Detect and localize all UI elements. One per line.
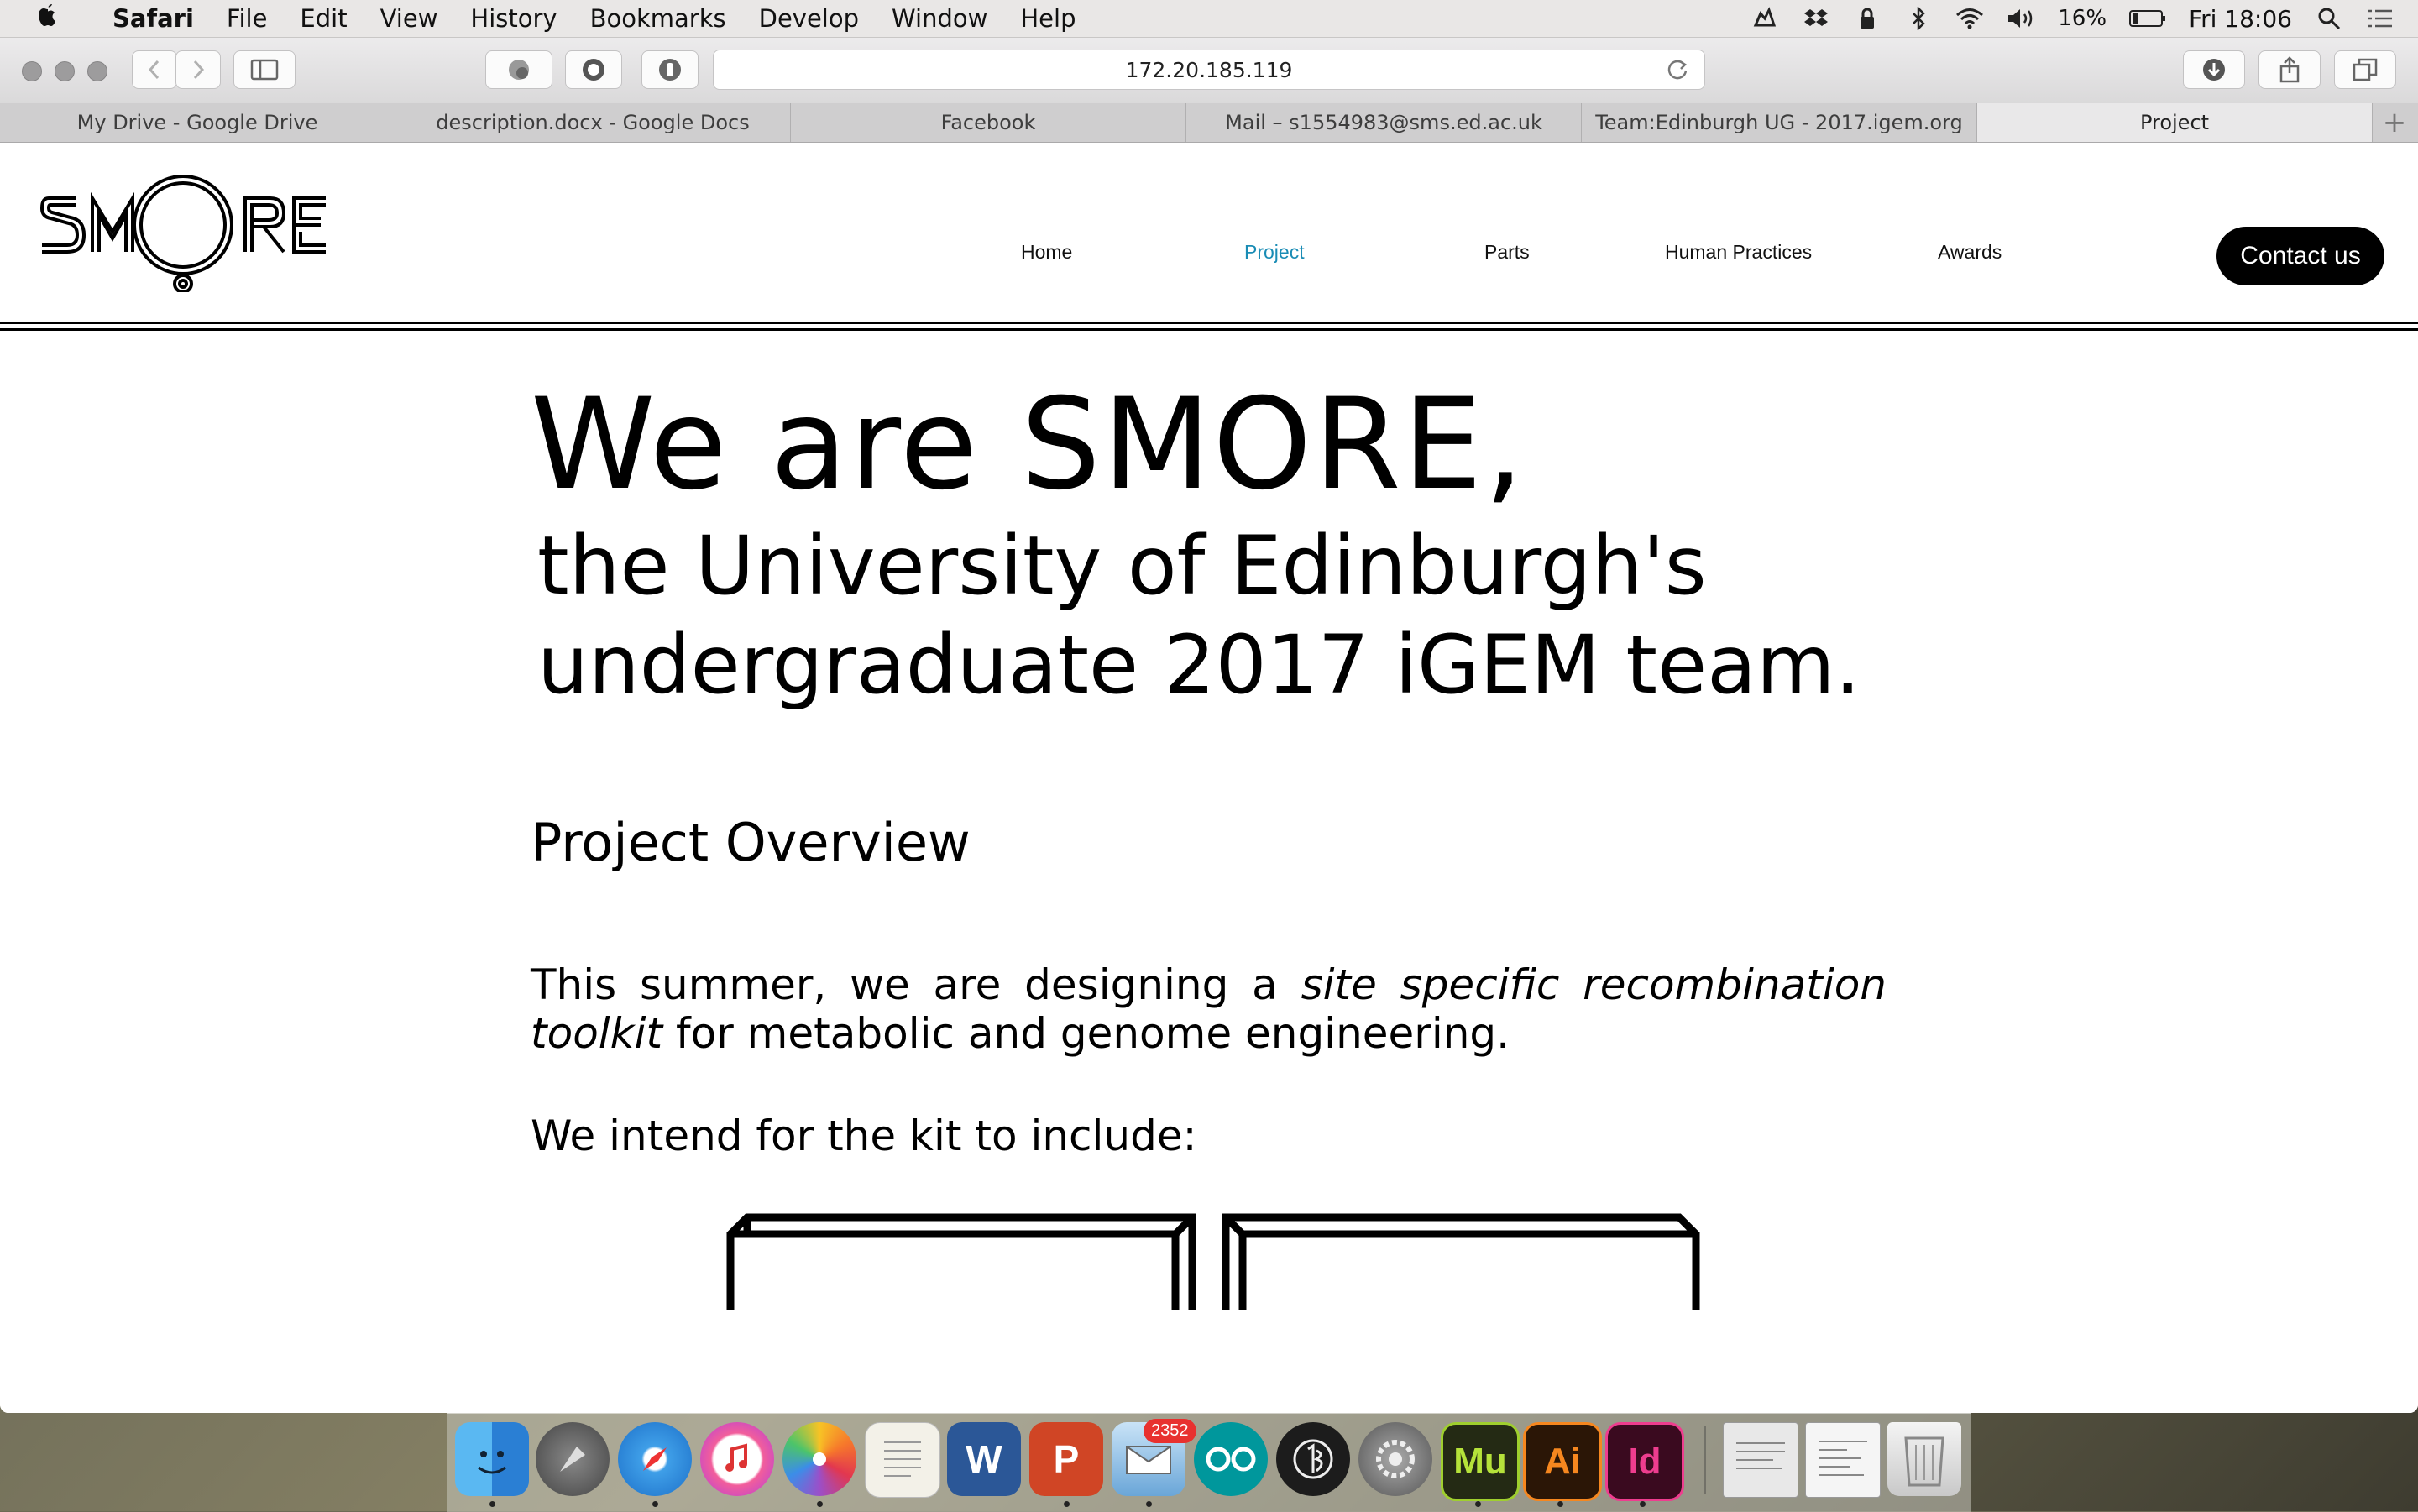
extension-1-icon[interactable] [485, 50, 552, 89]
new-tab-button[interactable]: + [2373, 103, 2416, 142]
battery-percent: 16% [2058, 6, 2107, 31]
description-text-end: for metabolic and genome engineering. [662, 1009, 1510, 1058]
site-header: Home Project Parts Human Practices Award… [0, 143, 2418, 331]
minimized-window-1-icon[interactable] [1723, 1422, 1798, 1498]
hero-block: We are SMORE, the University of Edinburg… [531, 374, 1861, 714]
lock-status-icon[interactable] [1853, 6, 1882, 31]
header-divider-top [0, 322, 2418, 324]
menubar-clock[interactable]: Fri 18:06 [2189, 5, 2292, 33]
header-divider-bottom [0, 328, 2418, 331]
extension-2-icon[interactable] [565, 50, 622, 89]
hero-title: We are SMORE, [531, 372, 1526, 518]
volume-icon[interactable] [2007, 6, 2035, 31]
apple-menu-icon[interactable] [24, 3, 72, 34]
itunes-icon[interactable] [700, 1422, 774, 1496]
notification-center-icon[interactable] [2366, 6, 2394, 31]
dock-running-indicator [1640, 1501, 1646, 1507]
menu-bar: Safari File Edit View History Bookmarks … [0, 0, 2418, 38]
powerpoint-icon[interactable]: P [1029, 1422, 1103, 1496]
description-text-start: This summer, we are designing a [531, 960, 1301, 1009]
hero-subtitle-line-2: undergraduate 2017 iGEM team. [537, 618, 1861, 712]
dock-running-indicator [489, 1501, 495, 1507]
menu-develop[interactable]: Develop [759, 4, 859, 33]
tab-project[interactable]: Project [1977, 103, 2373, 142]
contact-us-button[interactable]: Contact us [2216, 227, 2384, 285]
tab-igem-team[interactable]: Team:Edinburgh UG - 2017.igem.org [1582, 103, 1977, 142]
menu-edit[interactable]: Edit [300, 4, 347, 33]
nav-awards[interactable]: Awards [1938, 241, 2002, 264]
system-preferences-icon[interactable] [1358, 1422, 1432, 1496]
reload-icon[interactable] [1666, 57, 1689, 86]
minimized-window-2-icon[interactable] [1805, 1422, 1881, 1498]
menu-view[interactable]: View [380, 4, 438, 33]
project-description: This summer, we are designing a site spe… [531, 960, 1887, 1058]
smore-logo[interactable] [39, 166, 330, 296]
downloads-icon[interactable] [2183, 50, 2245, 89]
dock-separator [1704, 1426, 1706, 1494]
back-button[interactable] [132, 50, 177, 89]
tab-google-drive[interactable]: My Drive - Google Drive [0, 103, 395, 142]
safari-dock-icon[interactable] [618, 1422, 692, 1496]
minimize-window-button[interactable] [55, 61, 75, 81]
spotlight-search-icon[interactable] [2315, 6, 2343, 31]
hero-subtitle-line-1: the University of Edinburgh's [537, 519, 1707, 613]
close-window-button[interactable] [22, 61, 42, 81]
menu-window[interactable]: Window [892, 4, 987, 33]
nav-project[interactable]: Project [1244, 241, 1305, 264]
bird-status-icon[interactable] [1751, 6, 1779, 31]
dock-running-indicator [652, 1501, 658, 1507]
browser-toolbar: 172.20.185.119 [0, 38, 2418, 104]
address-bar[interactable]: 172.20.185.119 [713, 50, 1705, 90]
url-text: 172.20.185.119 [1125, 57, 1293, 82]
kit-intro-text: We intend for the kit to include: [531, 1112, 1197, 1160]
finder-icon[interactable] [455, 1422, 529, 1496]
web-page: Home Project Parts Human Practices Award… [0, 143, 2418, 1413]
sibelius-icon[interactable] [1276, 1422, 1350, 1496]
dock-running-indicator [1557, 1501, 1563, 1507]
tab-google-docs[interactable]: description.docx - Google Docs [395, 103, 791, 142]
launchpad-icon[interactable] [536, 1422, 610, 1496]
kit-illustration [722, 1209, 1713, 1313]
menu-file[interactable]: File [227, 4, 268, 33]
nav-parts[interactable]: Parts [1484, 241, 1530, 264]
nav-human-practices[interactable]: Human Practices [1665, 241, 1812, 264]
menu-history[interactable]: History [470, 4, 557, 33]
textedit-icon[interactable] [865, 1422, 940, 1498]
dock-running-indicator [1475, 1501, 1481, 1507]
dock-running-indicator [1146, 1501, 1152, 1507]
adobe-indesign-icon[interactable]: Id [1605, 1422, 1684, 1501]
extension-3-icon[interactable] [641, 50, 699, 89]
adobe-illustrator-icon[interactable]: Ai [1523, 1422, 1602, 1501]
smore-logo-graphic [39, 175, 326, 294]
project-overview-heading: Project Overview [531, 812, 971, 873]
kit-boxes-graphic [726, 1213, 1700, 1310]
adobe-muse-icon[interactable]: Mu [1441, 1422, 1520, 1501]
nav-home[interactable]: Home [1021, 241, 1072, 264]
zoom-window-button[interactable] [87, 61, 107, 81]
menu-bookmarks[interactable]: Bookmarks [590, 4, 726, 33]
dock-running-indicator [1064, 1501, 1070, 1507]
arduino-icon[interactable] [1194, 1422, 1268, 1496]
tab-mail[interactable]: Mail – s1554983@sms.ed.ac.uk [1186, 103, 1582, 142]
dropbox-icon[interactable] [1802, 6, 1830, 31]
menu-help[interactable]: Help [1020, 4, 1076, 33]
sidebar-toggle-button[interactable] [233, 50, 296, 89]
trash-icon[interactable] [1887, 1422, 1961, 1496]
share-icon[interactable] [2258, 50, 2321, 89]
photos-icon[interactable] [782, 1422, 856, 1496]
mail-unread-badge: 2352 [1144, 1419, 1196, 1443]
tab-bar: My Drive - Google Drive description.docx… [0, 103, 2418, 143]
battery-icon[interactable] [2129, 6, 2166, 31]
forward-button[interactable] [175, 50, 221, 89]
wifi-icon[interactable] [1955, 6, 1984, 31]
tab-facebook[interactable]: Facebook [791, 103, 1186, 142]
dock-running-indicator [817, 1501, 823, 1507]
word-icon[interactable]: W [947, 1422, 1021, 1496]
tab-overview-icon[interactable] [2334, 50, 2396, 89]
menu-app-safari[interactable]: Safari [113, 4, 194, 33]
safari-window: 172.20.185.119 My Drive - Google Drive d… [0, 38, 2418, 1413]
bluetooth-icon[interactable] [1904, 6, 1933, 31]
